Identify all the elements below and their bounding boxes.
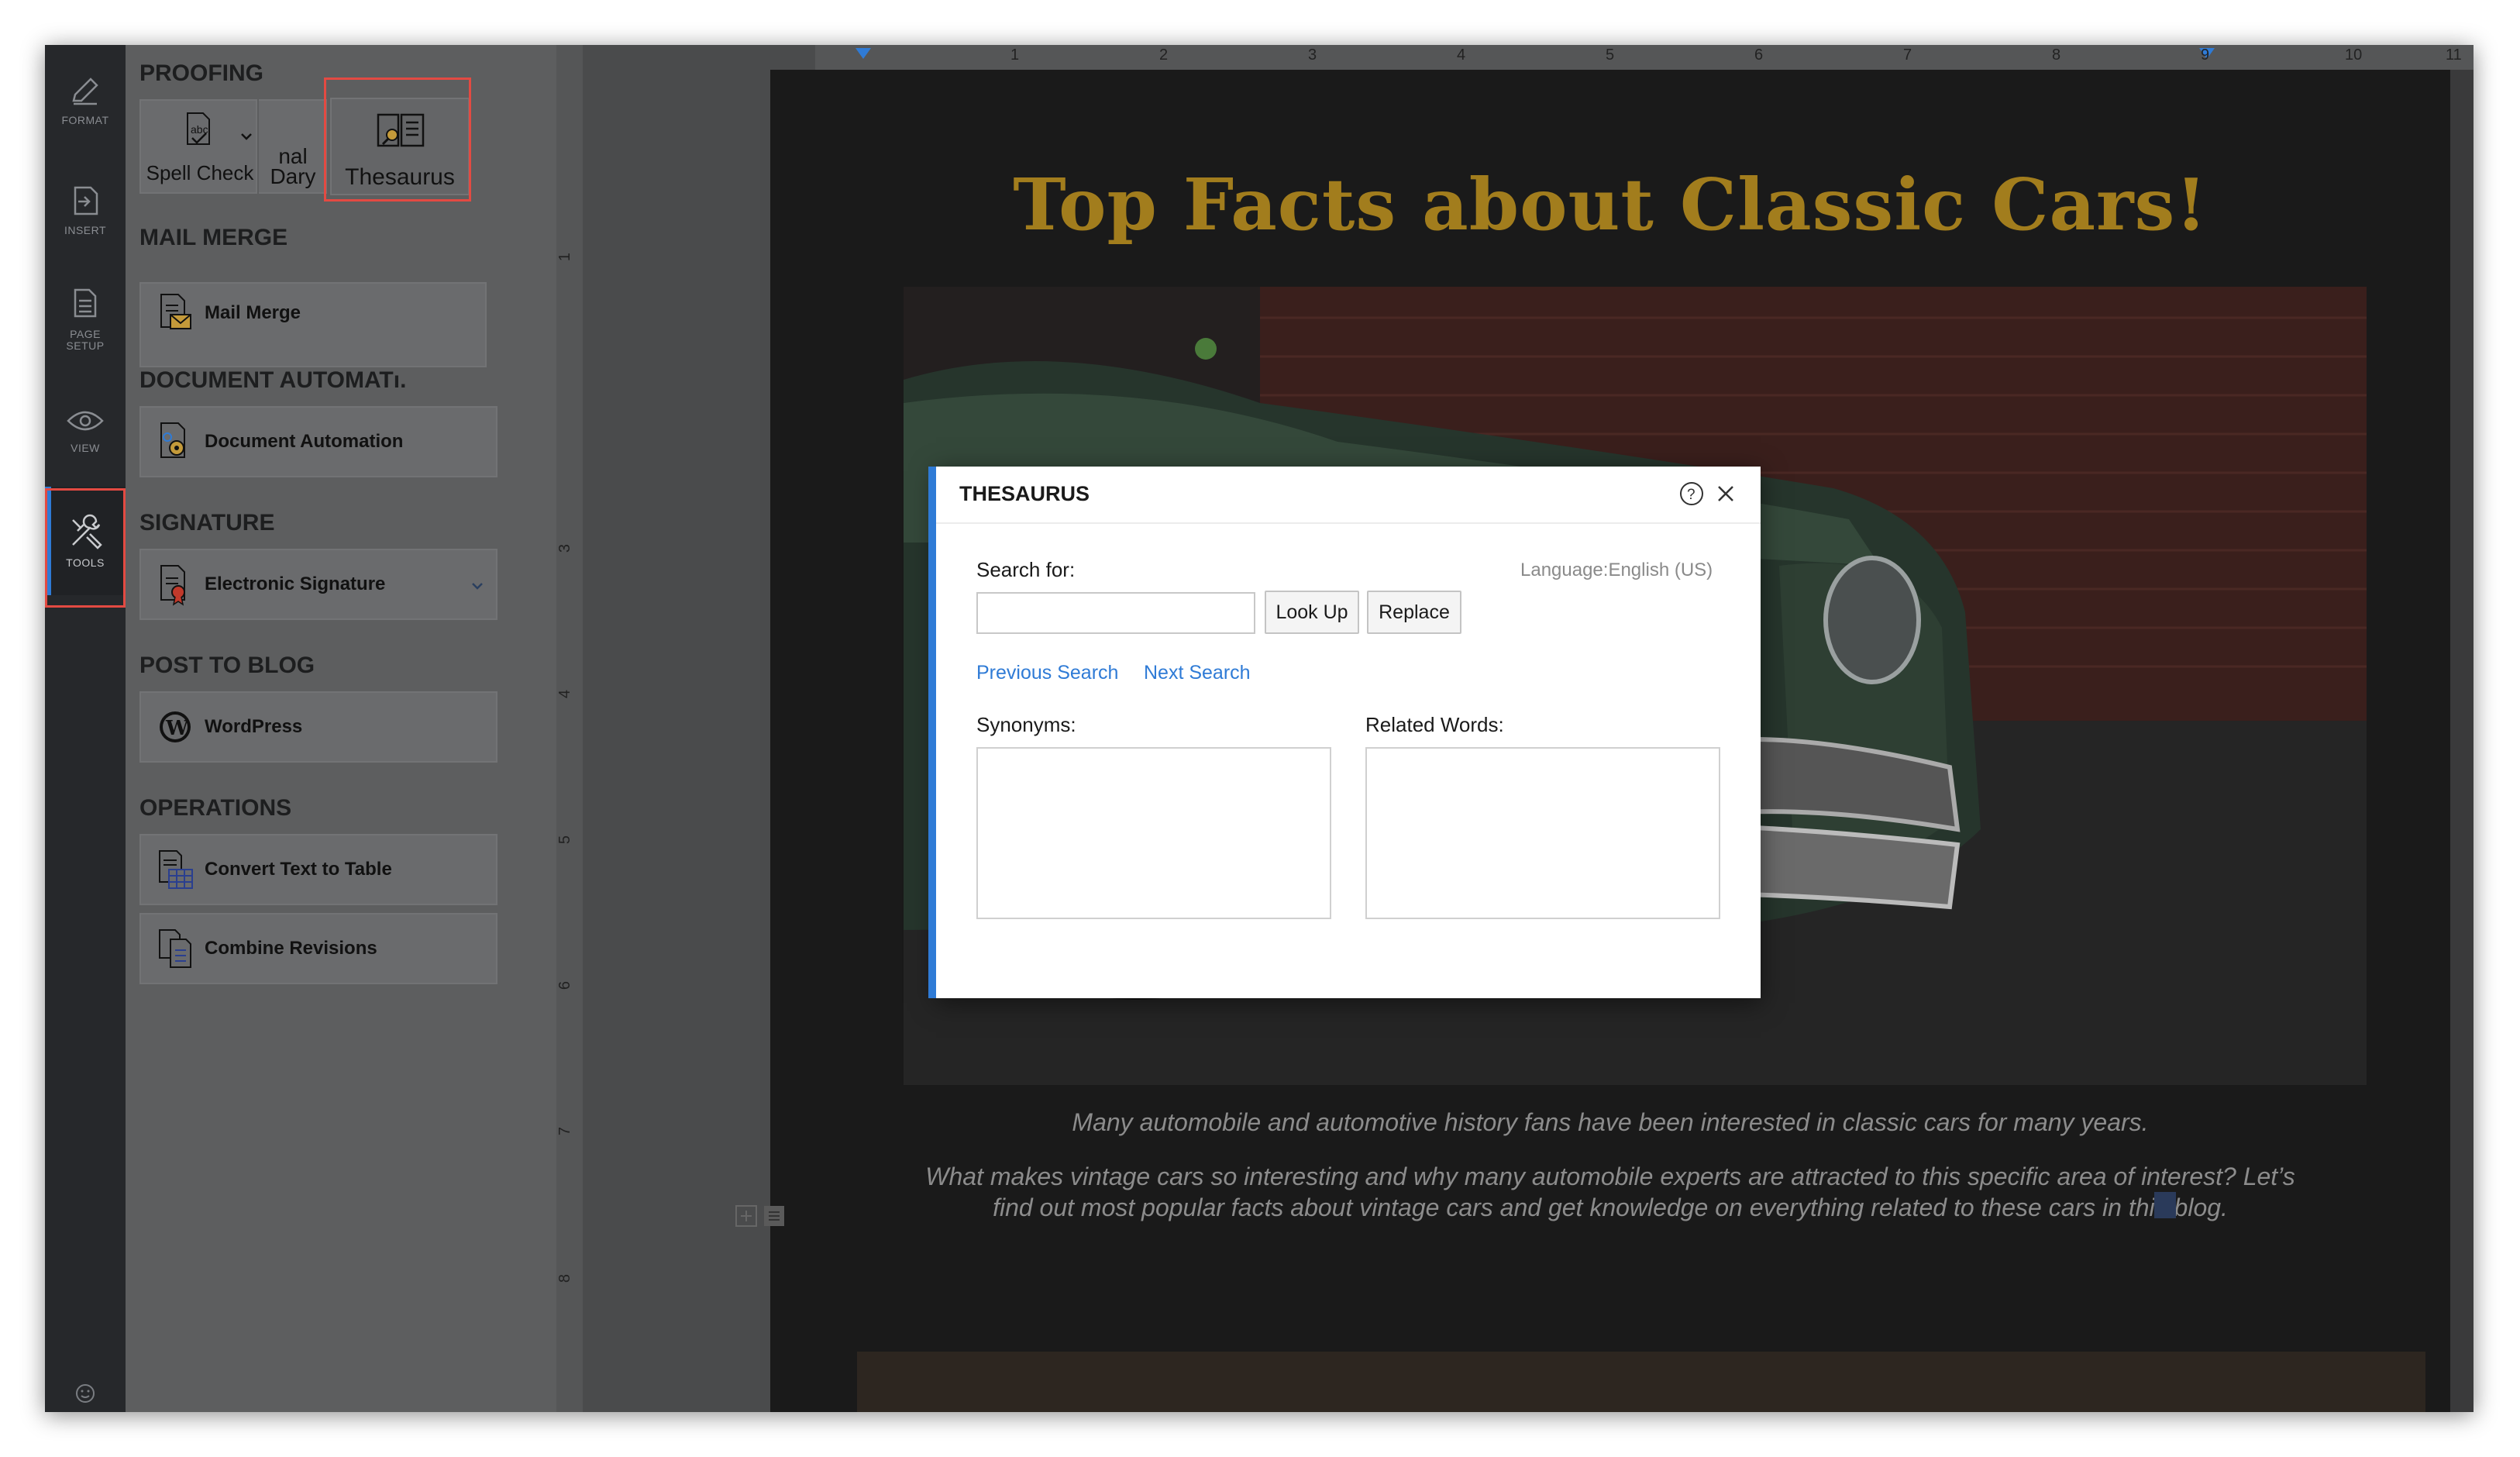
close-icon[interactable]	[1714, 482, 1737, 505]
convert-text-to-table-button[interactable]: Convert Text to Table	[139, 834, 497, 905]
vertical-ruler[interactable]: 1 3 4 5 6 7 8	[556, 45, 583, 1412]
page-setup-icon	[74, 288, 97, 318]
rail-item-insert[interactable]: INSERT	[45, 155, 126, 264]
electronic-signature-label: Electronic Signature	[205, 574, 386, 594]
mail-merge-icon	[160, 294, 191, 329]
help-icon[interactable]: ?	[1678, 480, 1705, 507]
vertical-ruler-label: 6	[556, 980, 574, 990]
text-cursor-highlight	[2154, 1192, 2176, 1218]
dictionary-label-bottom: Dary	[270, 164, 316, 188]
document-title[interactable]: Top Facts about Classic Cars!	[770, 163, 2450, 246]
horizontal-ruler-label: 4	[1457, 46, 1466, 64]
eye-icon	[67, 411, 104, 430]
section-title-operations: OPERATIONS	[139, 795, 292, 821]
related-words-list[interactable]	[1365, 747, 1720, 919]
horizontal-ruler-label: 7	[1903, 46, 1912, 64]
dialog-title: THESAURUS	[959, 482, 1090, 505]
chevron-down-icon[interactable]	[470, 578, 485, 594]
left-rail: FORMAT INSERT PAGE SETUP VIEW TOOLS	[45, 45, 126, 1412]
section-title-signature: SIGNATURE	[139, 510, 275, 536]
svg-text:W: W	[165, 717, 189, 740]
document-paragraph-2-line-2[interactable]: find out most popular facts about vintag…	[770, 1192, 2450, 1223]
convert-text-to-table-label: Convert Text to Table	[205, 859, 392, 880]
signature-icon	[160, 565, 185, 606]
combine-revisions-label: Combine Revisions	[205, 938, 377, 959]
vertical-ruler-label: 1	[556, 252, 574, 262]
section-title-mail-merge: MAIL MERGE	[139, 225, 288, 250]
document-automation-icon	[160, 422, 185, 458]
indent-marker-icon[interactable]	[854, 46, 873, 62]
rail-label-format: FORMAT	[61, 113, 109, 126]
second-image-preview[interactable]	[857, 1352, 2425, 1412]
wordpress-icon: W	[160, 711, 191, 742]
replace-button[interactable]: Replace	[1367, 591, 1461, 634]
related-words-label: Related Words:	[1365, 713, 1504, 736]
spell-check-icon: abc	[187, 112, 210, 145]
next-search-link[interactable]: Next Search	[1144, 662, 1251, 684]
spell-check-button[interactable]: abc Spell Check	[139, 99, 257, 194]
vertical-ruler-label: 8	[556, 1273, 574, 1283]
combine-revisions-button[interactable]: Combine Revisions	[139, 913, 497, 984]
dialog-header: THESAURUS ?	[936, 467, 1761, 524]
synonyms-list[interactable]	[976, 747, 1331, 919]
section-title-proofing: PROOFING	[139, 60, 264, 86]
previous-search-link[interactable]: Previous Search	[976, 662, 1118, 684]
pen-icon	[72, 77, 98, 105]
list-options-icon[interactable]	[763, 1204, 786, 1228]
horizontal-ruler-label: 9	[2201, 46, 2210, 64]
wordpress-button[interactable]: W WordPress	[139, 691, 497, 763]
document-automation-label: Document Automation	[205, 431, 404, 452]
vertical-ruler-label: 7	[556, 1126, 574, 1136]
document-automation-button[interactable]: Document Automation	[139, 406, 497, 477]
add-row-icon[interactable]	[735, 1204, 758, 1228]
section-title-document-automation: DOCUMENT AUTOMATı.	[139, 367, 407, 393]
mail-merge-button[interactable]: Mail Merge	[139, 282, 487, 367]
document-paragraph-1[interactable]: Many automobile and automotive history f…	[770, 1107, 2450, 1138]
thesaurus-highlight-box	[324, 78, 471, 202]
vertical-ruler-label: 5	[556, 835, 574, 845]
horizontal-ruler-label: 8	[2052, 46, 2061, 64]
rail-label-view: VIEW	[71, 441, 100, 454]
horizontal-ruler-label: 3	[1308, 46, 1317, 64]
app-window: FORMAT INSERT PAGE SETUP VIEW TOOLS PROO…	[45, 45, 2474, 1412]
chevron-down-icon[interactable]	[239, 129, 254, 144]
svg-text:?: ?	[1687, 487, 1695, 503]
horizontal-ruler-label: 10	[2345, 46, 2363, 64]
language-label: Language:English (US)	[1520, 560, 1713, 580]
insert-icon	[74, 186, 98, 215]
rail-label-insert: INSERT	[64, 223, 107, 236]
section-title-post-to-blog: POST TO BLOG	[139, 653, 315, 678]
dictionary-button[interactable]: nal Dary	[259, 99, 327, 194]
vertical-ruler-label: 3	[556, 543, 574, 553]
spell-check-label: Spell Check	[146, 161, 254, 184]
rail-label-page-setup: PAGE SETUP	[66, 328, 105, 352]
horizontal-ruler-label: 1	[1010, 46, 1020, 64]
horizontal-ruler-label: 5	[1606, 46, 1615, 64]
convert-table-icon	[159, 850, 193, 889]
horizontal-ruler-label: 6	[1754, 46, 1764, 64]
rail-item-page-setup[interactable]: PAGE SETUP	[45, 265, 126, 374]
mail-merge-label: Mail Merge	[205, 302, 301, 323]
combine-revisions-icon	[159, 929, 191, 968]
look-up-button[interactable]: Look Up	[1265, 591, 1359, 634]
document-paragraph-2-line-1[interactable]: What makes vintage cars so interesting a…	[770, 1161, 2450, 1192]
thesaurus-dialog: THESAURUS ? Search for: Language:English…	[928, 467, 1761, 998]
vertical-ruler-label: 4	[556, 689, 574, 699]
tools-panel: PROOFING abc Spell Check nal Dary Thesau…	[126, 45, 556, 1412]
electronic-signature-button[interactable]: Electronic Signature	[139, 549, 497, 620]
tools-highlight-box	[45, 488, 126, 608]
synonyms-label: Synonyms:	[976, 713, 1076, 736]
wordpress-label: WordPress	[205, 716, 303, 737]
horizontal-ruler-label: 11	[2446, 46, 2462, 64]
smiley-icon[interactable]	[74, 1383, 96, 1404]
rail-item-format[interactable]: FORMAT	[45, 45, 126, 153]
horizontal-ruler[interactable]: 1 2 3 4 5 6 7 8 9 10 11	[815, 45, 2474, 70]
thesaurus-search-input[interactable]	[976, 592, 1255, 634]
search-for-label: Search for:	[976, 558, 1076, 581]
rail-item-view[interactable]: VIEW	[45, 375, 126, 484]
horizontal-ruler-label: 2	[1159, 46, 1169, 64]
